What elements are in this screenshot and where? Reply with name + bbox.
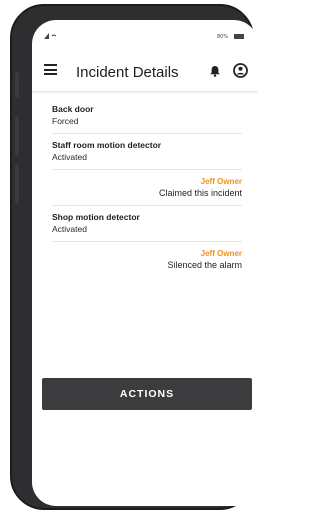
incident-feed: Back door Forced Staff room motion detec… — [52, 104, 242, 283]
note-item: Jeff Owner Claimed this incident — [52, 176, 242, 206]
menu-icon[interactable] — [44, 64, 57, 75]
note-item: Jeff Owner Silenced the alarm — [52, 248, 242, 277]
event-item[interactable]: Staff room motion detector Activated — [52, 140, 242, 170]
note-text: Claimed this incident — [158, 188, 242, 198]
note-user[interactable]: Jeff Owner — [52, 248, 242, 259]
phone-frame: 80% Incident Details Back door Forced St… — [10, 4, 258, 510]
battery-icon — [234, 34, 244, 39]
event-item[interactable]: Shop motion detector Activated — [52, 212, 242, 242]
event-item[interactable]: Back door Forced — [52, 104, 242, 134]
event-title: Staff room motion detector — [52, 140, 162, 150]
actions-button[interactable]: ACTIONS — [42, 378, 252, 410]
event-title: Shop motion detector — [52, 212, 140, 222]
phone-volume-down-button — [15, 164, 19, 204]
phone-screen: 80% Incident Details Back door Forced St… — [32, 20, 258, 506]
status-bar: 80% — [32, 20, 258, 46]
event-status: Forced — [52, 116, 79, 126]
page-title: Incident Details — [76, 64, 179, 81]
event-status: Activated — [52, 224, 87, 234]
app-bar: Incident Details — [32, 52, 258, 92]
bell-icon[interactable] — [209, 65, 221, 77]
note-text: Silenced the alarm — [167, 260, 242, 270]
phone-side-button — [15, 72, 19, 98]
event-status: Activated — [52, 152, 87, 162]
signal-icon — [44, 33, 56, 39]
event-title: Back door — [52, 104, 94, 114]
phone-volume-up-button — [15, 116, 19, 156]
battery-percentage: 80% — [217, 34, 229, 40]
note-user[interactable]: Jeff Owner — [52, 176, 242, 187]
account-icon[interactable] — [233, 63, 248, 78]
